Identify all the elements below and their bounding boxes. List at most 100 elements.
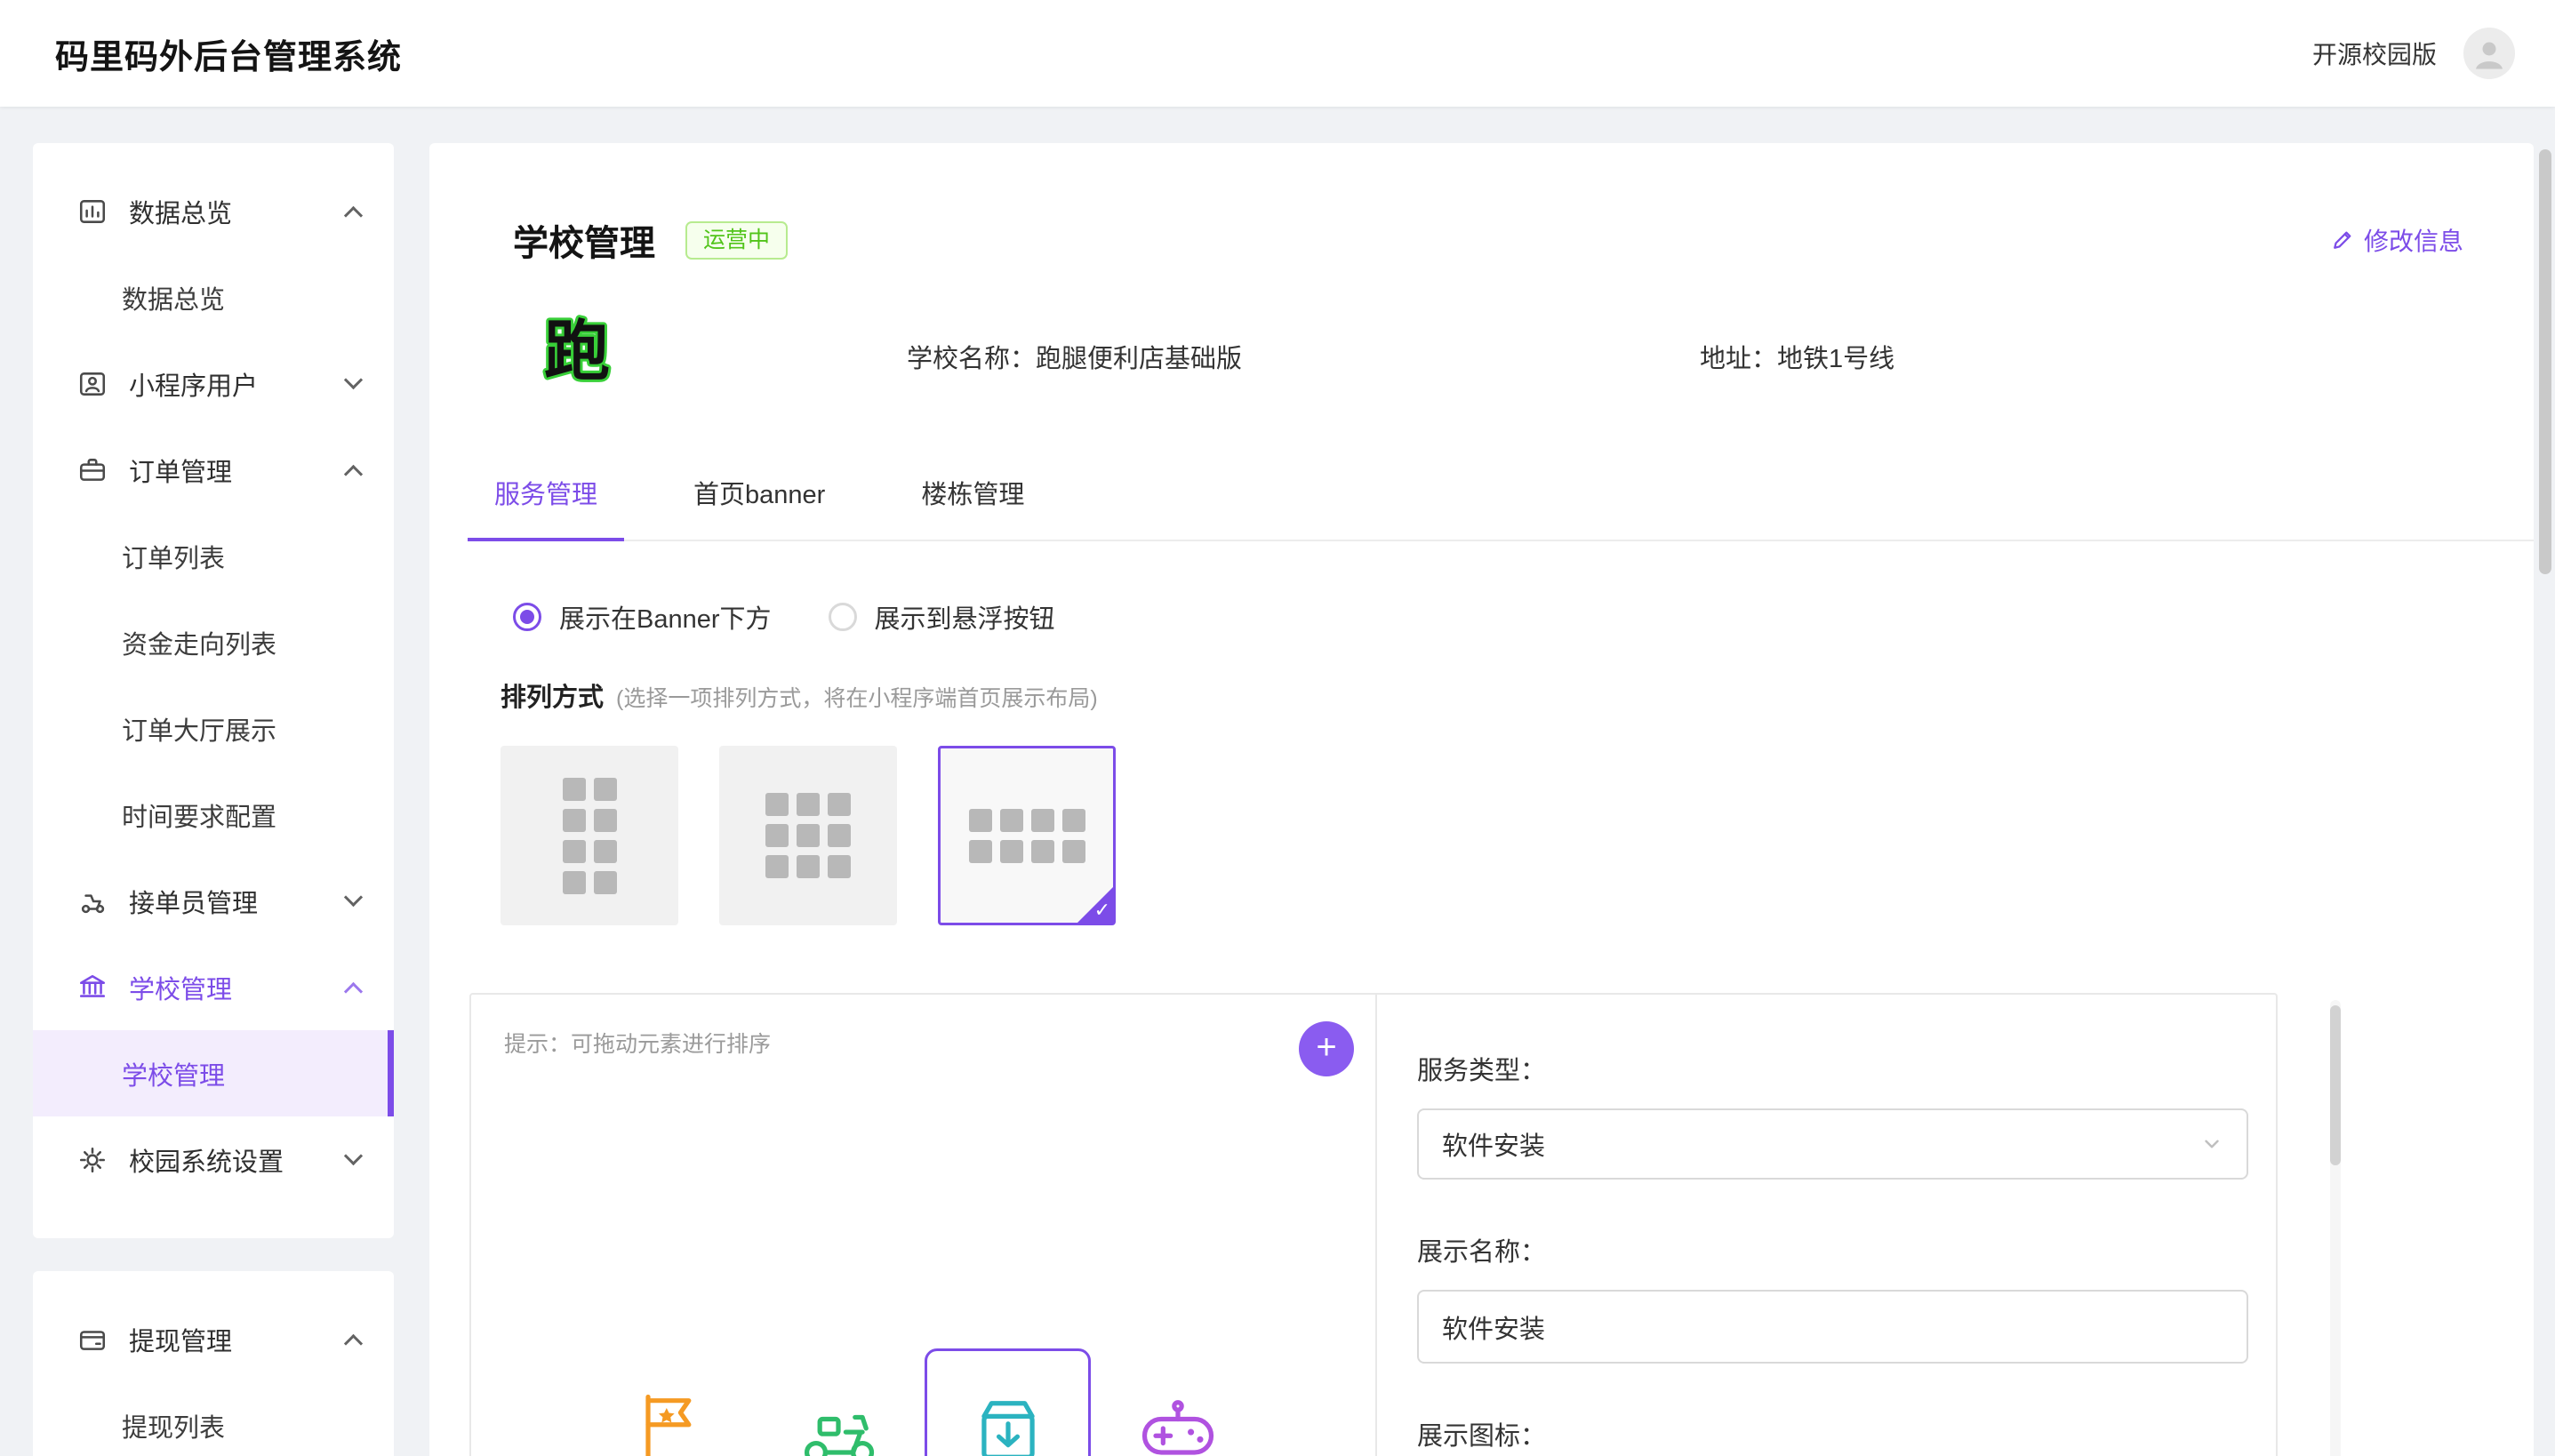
sidebar-item-data-overview-sub[interactable]: 数据总览	[33, 254, 394, 340]
chevron-up-icon	[344, 982, 363, 1001]
edit-info-label: 修改信息	[2364, 222, 2463, 258]
sidebar-item-label: 数据总览	[122, 279, 225, 316]
sidebar-item-label: 订单大厅展示	[122, 710, 276, 748]
school-address: 地址：地铁1号线	[1700, 338, 1894, 375]
campus-settings-icon	[77, 1145, 108, 1175]
sidebar-item-campus-settings[interactable]: 校园系统设置	[33, 1116, 394, 1203]
edition-label: 开源校园版	[2312, 36, 2437, 71]
tab-building-management[interactable]: 楼栋管理	[894, 474, 1051, 540]
sidebar-item-data-overview[interactable]: 数据总览	[33, 168, 394, 254]
sidebar-item-label: 提现列表	[122, 1407, 225, 1444]
sidebar-item-order-list[interactable]: 订单列表	[33, 513, 394, 599]
service-type-value: 软件安装	[1442, 1125, 1545, 1163]
sidebar-item-label: 数据总览	[129, 193, 232, 230]
sidebar-item-funds-flow[interactable]: 资金走向列表	[33, 599, 394, 685]
selected-service-card[interactable]	[925, 1348, 1091, 1456]
pencil-icon	[2330, 228, 2355, 252]
display-name-input[interactable]	[1417, 1290, 2248, 1364]
sidebar-item-withdrawal-management[interactable]: 提现管理	[33, 1296, 394, 1382]
chevron-down-icon	[344, 1147, 363, 1165]
panel-scrollbar-thumb[interactable]	[2330, 1005, 2341, 1165]
tab-bar: 服务管理 首页banner 楼栋管理	[468, 474, 2534, 541]
school-logo: 跑	[533, 305, 621, 394]
sidebar-item-label: 校园系统设置	[129, 1141, 284, 1179]
layout-preview-grid	[765, 793, 851, 878]
sidebar-item-school-management-sub[interactable]: 学校管理	[33, 1030, 394, 1116]
sidebar-item-withdrawal-list[interactable]: 提现列表	[33, 1382, 394, 1456]
sidebar-item-courier-management[interactable]: 接单员管理	[33, 858, 394, 944]
panel-scrollbar-track[interactable]	[2330, 1000, 2341, 1456]
edit-info-link[interactable]: 修改信息	[2330, 222, 2463, 258]
display-icon-label: 展示图标：	[1417, 1415, 2248, 1452]
sidebar-item-label: 接单员管理	[129, 883, 258, 920]
chevron-down-icon	[344, 888, 363, 907]
sidebar-item-label: 学校管理	[129, 969, 232, 1006]
sidebar-main-card: 数据总览 数据总览 小程序用户 订单管理 订单列表	[33, 143, 394, 1238]
sidebar-bottom-card: 提现管理 提现列表	[33, 1271, 394, 1456]
display-position-radios: 展示在Banner下方 展示到悬浮按钮	[513, 598, 2534, 636]
flag-icon[interactable]	[626, 1386, 715, 1456]
service-type-label: 服务类型：	[1417, 1050, 2248, 1087]
radio-selected-icon	[513, 603, 541, 631]
courier-management-icon	[77, 886, 108, 916]
service-form: 服务类型： 软件安装 展示名称： 展示图标：	[1377, 995, 2346, 1456]
person-icon	[2471, 36, 2507, 71]
school-name: 学校名称：跑腿便利店基础版	[907, 338, 1242, 375]
layout-option-3col[interactable]	[719, 746, 897, 925]
sidebar-item-label: 订单列表	[122, 538, 225, 575]
arrangement-title: 排列方式	[501, 676, 604, 714]
app-title: 码里码外后台管理系统	[55, 29, 402, 78]
sidebar-item-label: 时间要求配置	[122, 796, 276, 834]
radio-floating-button[interactable]: 展示到悬浮按钮	[829, 598, 1055, 636]
gamepad-icon[interactable]	[1133, 1386, 1222, 1456]
sidebar-item-label: 资金走向列表	[122, 624, 276, 661]
chevron-up-icon	[344, 206, 363, 225]
chevron-down-icon	[344, 371, 363, 389]
radio-banner-below[interactable]: 展示在Banner下方	[513, 598, 772, 636]
service-type-select[interactable]: 软件安装	[1417, 1108, 2248, 1180]
chevron-up-icon	[344, 1334, 363, 1353]
sidebar-item-time-config[interactable]: 时间要求配置	[33, 772, 394, 858]
layout-option-4col[interactable]	[938, 746, 1116, 925]
order-management-icon	[77, 455, 108, 485]
sidebar-item-label: 订单管理	[129, 452, 232, 489]
status-badge: 运营中	[685, 221, 788, 260]
page-title: 学校管理	[513, 214, 655, 266]
tab-service-management[interactable]: 服务管理	[468, 474, 624, 541]
layout-preview-grid	[563, 778, 617, 894]
service-sort-area: 提示：可拖动元素进行排序 +	[471, 995, 1377, 1456]
box-icon	[964, 1387, 1053, 1456]
arrangement-header: 排列方式 (选择一项排列方式，将在小程序端首页展示布局)	[501, 676, 2534, 714]
layout-option-2col[interactable]	[501, 746, 678, 925]
layout-preview-grid	[969, 809, 1085, 863]
sidebar-item-order-management[interactable]: 订单管理	[33, 427, 394, 513]
sidebar-item-miniprogram-users[interactable]: 小程序用户	[33, 340, 394, 427]
scooter-icon[interactable]	[794, 1386, 883, 1456]
service-editor-panel: 提示：可拖动元素进行排序 +	[469, 993, 2278, 1456]
header-right: 开源校园版	[2312, 28, 2515, 79]
svg-text:跑: 跑	[544, 315, 610, 388]
school-address-label: 地址：	[1700, 345, 1777, 373]
main-panel: 学校管理 运营中 修改信息 跑 学校名称：跑腿便利店基础版 地址：地铁1号线 服…	[429, 143, 2534, 1456]
chevron-down-icon	[2200, 1132, 2223, 1156]
sidebar-item-label: 提现管理	[129, 1321, 232, 1358]
dashboard-icon	[77, 196, 108, 227]
withdrawal-icon	[77, 1324, 108, 1355]
sidebar-item-label: 学校管理	[122, 1055, 225, 1092]
school-name-label: 学校名称：	[907, 345, 1036, 373]
window-scrollbar-thumb[interactable]	[2539, 149, 2551, 574]
sidebar-item-order-hall[interactable]: 订单大厅展示	[33, 685, 394, 772]
user-avatar[interactable]	[2463, 28, 2515, 79]
sidebar-item-school-management[interactable]: 学校管理	[33, 944, 394, 1030]
school-address-value: 地铁1号线	[1777, 345, 1894, 373]
add-service-button[interactable]: +	[1299, 1021, 1354, 1076]
tab-home-banner[interactable]: 首页banner	[667, 474, 852, 540]
school-info-row: 跑 学校名称：跑腿便利店基础版 地址：地铁1号线	[429, 307, 2534, 406]
layout-option-cards	[501, 746, 2534, 925]
sidebar: 数据总览 数据总览 小程序用户 订单管理 订单列表	[33, 143, 394, 1456]
arrangement-hint: (选择一项排列方式，将在小程序端首页展示布局)	[616, 681, 1098, 713]
display-name-label: 展示名称：	[1417, 1231, 2248, 1268]
school-management-icon	[77, 972, 108, 1003]
radio-unselected-icon	[829, 603, 857, 631]
radio-label: 展示在Banner下方	[559, 598, 772, 636]
